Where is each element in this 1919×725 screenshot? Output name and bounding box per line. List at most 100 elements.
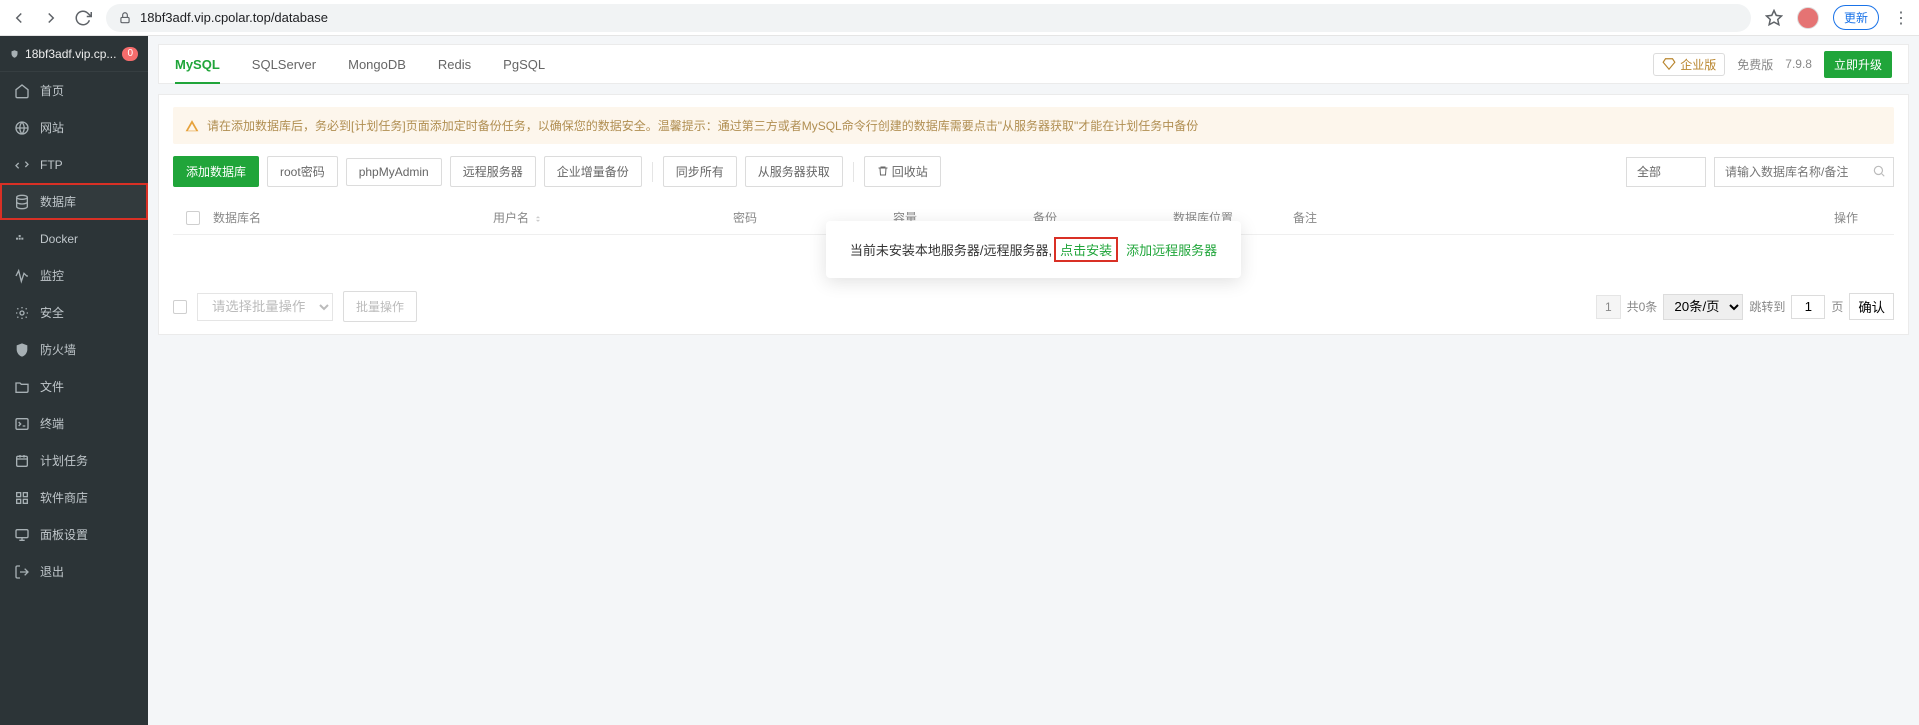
jump-ok-button[interactable]: 确认 bbox=[1849, 293, 1894, 320]
ftp-icon bbox=[14, 157, 30, 173]
home-icon bbox=[14, 83, 30, 99]
col-user[interactable]: 用户名 bbox=[493, 209, 733, 226]
menu-icon[interactable]: ⋮ bbox=[1893, 8, 1909, 28]
tab-pgsql[interactable]: PgSQL bbox=[503, 45, 545, 83]
popup-msg: 当前未安装本地服务器/远程服务器, bbox=[850, 240, 1052, 259]
sidebar-host[interactable]: 18bf3adf.vip.cp... 0 bbox=[0, 36, 148, 72]
sidebar-item-logout[interactable]: 退出 bbox=[0, 553, 148, 590]
browser-chrome: 18bf3adf.vip.cpolar.top/database 更新 ⋮ bbox=[0, 0, 1919, 36]
jump-label: 跳转到 bbox=[1749, 298, 1785, 315]
url-text: 18bf3adf.vip.cpolar.top/database bbox=[140, 10, 328, 25]
jump-input[interactable] bbox=[1791, 295, 1825, 319]
alert-banner: 请在添加数据库后，务必到[计划任务]页面添加定时备份任务，以确保您的数据安全。温… bbox=[173, 107, 1894, 144]
sidebar-item-label: 监控 bbox=[40, 267, 64, 284]
tabbar: MySQL SQLServer MongoDB Redis PgSQL 企业版 … bbox=[158, 44, 1909, 84]
tab-mysql[interactable]: MySQL bbox=[175, 45, 220, 83]
add-db-button[interactable]: 添加数据库 bbox=[173, 156, 259, 187]
add-remote-link[interactable]: 添加远程服务器 bbox=[1126, 240, 1217, 259]
col-name[interactable]: 数据库名 bbox=[213, 209, 493, 226]
tab-label: Redis bbox=[438, 57, 471, 72]
enterprise-badge[interactable]: 企业版 bbox=[1653, 53, 1725, 76]
col-op: 操作 bbox=[1834, 209, 1894, 226]
docker-icon bbox=[14, 231, 30, 247]
update-button[interactable]: 更新 bbox=[1833, 5, 1879, 30]
sort-icon bbox=[533, 213, 543, 223]
tab-label: MySQL bbox=[175, 57, 220, 72]
reload-icon[interactable] bbox=[74, 9, 92, 27]
diamond-icon bbox=[1662, 57, 1676, 71]
sidebar-item-site[interactable]: 网站 bbox=[0, 109, 148, 146]
sidebar-item-label: 退出 bbox=[40, 563, 64, 580]
sidebar-item-label: 首页 bbox=[40, 82, 64, 99]
sidebar-item-settings[interactable]: 面板设置 bbox=[0, 516, 148, 553]
sidebar-item-label: 文件 bbox=[40, 378, 64, 395]
page-total: 共0条 bbox=[1627, 298, 1658, 315]
pma-button[interactable]: phpMyAdmin bbox=[346, 158, 442, 186]
page-size-select[interactable]: 20条/页 bbox=[1663, 294, 1743, 320]
page-current[interactable]: 1 bbox=[1596, 295, 1621, 319]
sidebar-item-ftp[interactable]: FTP bbox=[0, 146, 148, 183]
sidebar-item-files[interactable]: 文件 bbox=[0, 368, 148, 405]
sidebar-item-label: 防火墙 bbox=[40, 341, 76, 358]
settings-icon bbox=[14, 527, 30, 543]
lock-icon bbox=[118, 11, 132, 25]
batch-select[interactable]: 请选择批量操作 bbox=[197, 293, 333, 321]
separator bbox=[853, 162, 854, 182]
fetch-button[interactable]: 从服务器获取 bbox=[745, 156, 843, 187]
select-all-checkbox[interactable] bbox=[186, 211, 200, 225]
avatar[interactable] bbox=[1797, 7, 1819, 29]
logout-icon bbox=[14, 564, 30, 580]
security-icon bbox=[14, 305, 30, 321]
install-popup: 当前未安装本地服务器/远程服务器, 点击安装 添加远程服务器 bbox=[826, 221, 1241, 278]
sidebar-item-cron[interactable]: 计划任务 bbox=[0, 442, 148, 479]
sidebar-item-label: FTP bbox=[40, 158, 63, 172]
filter-select[interactable]: 全部 bbox=[1626, 157, 1706, 187]
page-unit: 页 bbox=[1831, 298, 1843, 315]
main: MySQL SQLServer MongoDB Redis PgSQL 企业版 … bbox=[148, 36, 1919, 725]
star-icon[interactable] bbox=[1765, 9, 1783, 27]
table-footer: 请选择批量操作 批量操作 1 共0条 20条/页 跳转到 页 确认 bbox=[173, 291, 1894, 322]
sidebar-item-database[interactable]: 数据库 bbox=[0, 183, 148, 220]
sidebar-item-monitor[interactable]: 监控 bbox=[0, 257, 148, 294]
content-card: 请在添加数据库后，务必到[计划任务]页面添加定时备份任务，以确保您的数据安全。温… bbox=[158, 94, 1909, 335]
search-input[interactable] bbox=[1714, 157, 1894, 187]
sync-all-button[interactable]: 同步所有 bbox=[663, 156, 737, 187]
sidebar-item-label: Docker bbox=[40, 232, 78, 246]
remote-server-button[interactable]: 远程服务器 bbox=[450, 156, 536, 187]
sidebar-item-firewall[interactable]: 防火墙 bbox=[0, 331, 148, 368]
search-icon[interactable] bbox=[1872, 164, 1886, 178]
tab-redis[interactable]: Redis bbox=[438, 45, 471, 83]
install-link[interactable]: 点击安装 bbox=[1054, 237, 1118, 262]
pager: 1 共0条 20条/页 跳转到 页 确认 bbox=[1596, 293, 1894, 320]
root-pwd-button[interactable]: root密码 bbox=[267, 156, 338, 187]
trash-button[interactable]: 回收站 bbox=[864, 156, 941, 187]
inc-backup-button[interactable]: 企业增量备份 bbox=[544, 156, 642, 187]
trash-icon bbox=[877, 165, 889, 177]
sidebar-item-label: 数据库 bbox=[40, 193, 76, 210]
free-label: 免费版 bbox=[1737, 56, 1773, 73]
upgrade-button[interactable]: 立即升级 bbox=[1824, 51, 1892, 78]
toolbar: 添加数据库 root密码 phpMyAdmin 远程服务器 企业增量备份 同步所… bbox=[173, 156, 1894, 187]
sidebar-item-apps[interactable]: 软件商店 bbox=[0, 479, 148, 516]
forward-icon[interactable] bbox=[42, 9, 60, 27]
tab-label: MongoDB bbox=[348, 57, 406, 72]
address-bar[interactable]: 18bf3adf.vip.cpolar.top/database bbox=[106, 4, 1751, 32]
search-box bbox=[1714, 157, 1894, 187]
sidebar-item-label: 网站 bbox=[40, 119, 64, 136]
tab-mongodb[interactable]: MongoDB bbox=[348, 45, 406, 83]
alert-cron-link[interactable]: 计划任务 bbox=[354, 119, 402, 133]
tab-label: SQLServer bbox=[252, 57, 316, 72]
sidebar-item-security[interactable]: 安全 bbox=[0, 294, 148, 331]
sidebar-item-home[interactable]: 首页 bbox=[0, 72, 148, 109]
sidebar-item-label: 计划任务 bbox=[40, 452, 88, 469]
footer-checkbox[interactable] bbox=[173, 300, 187, 314]
back-icon[interactable] bbox=[10, 9, 28, 27]
sidebar-item-docker[interactable]: Docker bbox=[0, 220, 148, 257]
batch-button[interactable]: 批量操作 bbox=[343, 291, 417, 322]
alert-text: 请在添加数据库后，务必到[计划任务]页面添加定时备份任务，以确保您的数据安全。温… bbox=[207, 117, 1198, 134]
tab-sqlserver[interactable]: SQLServer bbox=[252, 45, 316, 83]
db-table: 数据库名 用户名 密码 容量 备份 数据库位置 备注 操作 当前未安装本地服务器… bbox=[173, 201, 1894, 275]
sidebar-item-terminal[interactable]: 终端 bbox=[0, 405, 148, 442]
database-icon bbox=[14, 194, 30, 210]
sidebar: 18bf3adf.vip.cp... 0 首页 网站 FTP 数据库 Docke… bbox=[0, 36, 148, 725]
